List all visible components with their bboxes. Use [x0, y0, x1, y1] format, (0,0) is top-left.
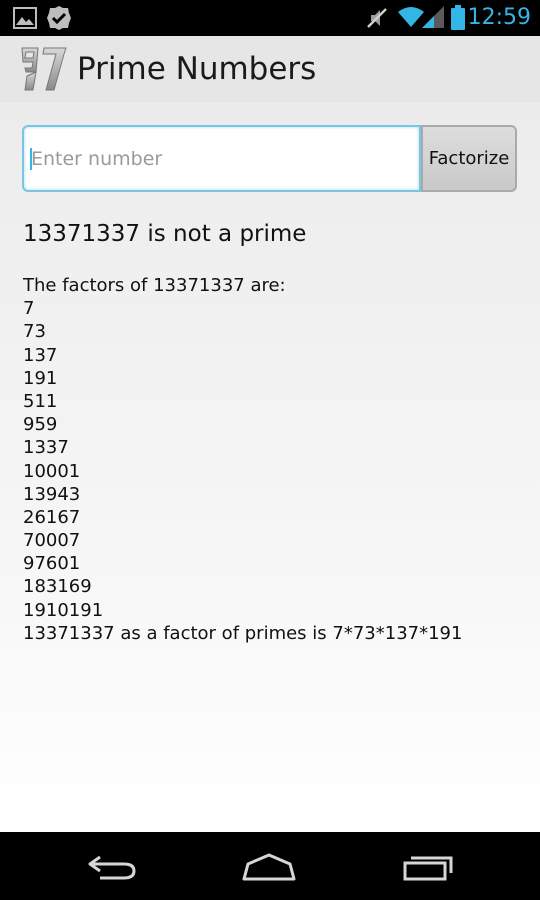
factor-item: 959: [23, 414, 58, 436]
factor-item: 1910191: [23, 599, 104, 621]
factors-list: The factors of 13371337 are: 7 73 137 19…: [23, 274, 462, 645]
factor-item: 97601: [23, 553, 81, 575]
app-title: Prime Numbers: [77, 51, 317, 87]
factor-item: 183169: [23, 576, 92, 598]
factor-item: 137: [23, 344, 58, 366]
prime-97-logo-icon: [16, 46, 68, 92]
factor-item: 13943: [23, 483, 81, 505]
main-content: Factorize 13371337 is not a prime The fa…: [0, 102, 540, 832]
recent-apps-icon[interactable]: [402, 850, 454, 886]
factor-item: 26167: [23, 506, 81, 528]
status-clock: 12:59: [467, 5, 531, 30]
factor-item: 73: [23, 321, 46, 343]
text-cursor: [30, 148, 32, 170]
battery-icon: [450, 5, 466, 35]
factor-item: 511: [23, 390, 58, 412]
signal-icon: [422, 6, 444, 32]
gallery-icon: [13, 7, 37, 33]
prime-factorization: 13371337 as a factor of primes is 7*73*1…: [23, 622, 463, 644]
home-icon[interactable]: [241, 852, 297, 886]
navigation-bar: [0, 832, 540, 900]
factor-item: 191: [23, 367, 58, 389]
mute-icon: [366, 7, 388, 33]
status-bar: 12:59: [0, 0, 540, 36]
check-badge-icon: [46, 5, 72, 35]
factors-intro: The factors of 13371337 are:: [23, 275, 286, 296]
result-heading: 13371337 is not a prime: [23, 221, 307, 247]
wifi-icon: [398, 6, 424, 32]
factor-item: 70007: [23, 530, 81, 552]
factorize-button[interactable]: Factorize: [421, 125, 517, 192]
factor-item: 7: [23, 298, 35, 320]
action-bar: Prime Numbers: [0, 36, 540, 102]
factor-item: 1337: [23, 437, 69, 459]
number-input[interactable]: [22, 125, 421, 192]
back-icon[interactable]: [86, 852, 138, 886]
factor-item: 10001: [23, 460, 81, 482]
